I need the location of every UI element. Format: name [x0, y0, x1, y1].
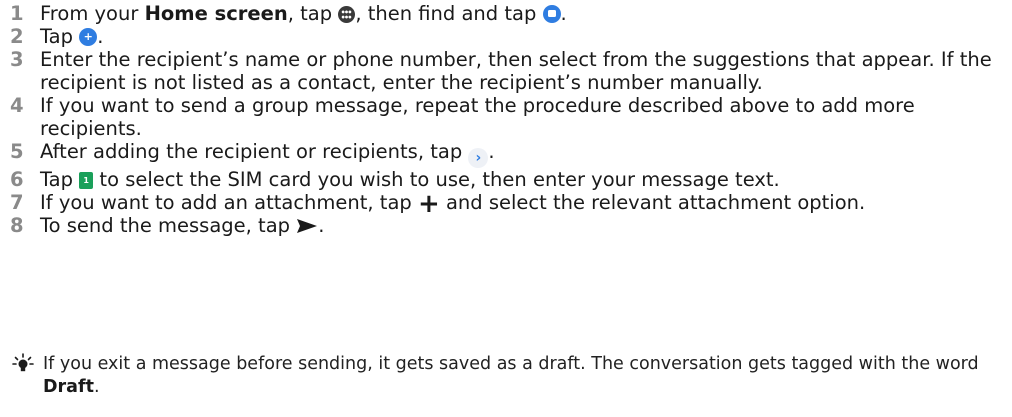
step-1: 1 From your Home screen, tap , then find…	[10, 2, 1000, 25]
plus-icon: +	[417, 189, 440, 219]
step-3: 3 Enter the recipient’s name or phone nu…	[10, 48, 1000, 94]
step-text: If you want to send a group message, rep…	[40, 94, 915, 140]
step-7: 7 If you want to add an attachment, tap …	[10, 189, 1000, 219]
step-text: and select the relevant attachment optio…	[439, 191, 866, 214]
tip-text-part: .	[93, 377, 100, 397]
tip-text: If you exit a message before sending, it…	[12, 353, 1002, 399]
step-text: Tap	[40, 25, 80, 48]
step-5: 5 After adding the recipient or recipien…	[10, 140, 1000, 168]
step-text: .	[488, 140, 495, 163]
apps-icon	[338, 6, 356, 23]
step-text: .	[560, 2, 567, 25]
step-4: 4 If you want to send a group message, r…	[10, 94, 1000, 140]
step-number: 1	[10, 2, 24, 25]
step-text: If you want to add an attachment, tap	[40, 191, 418, 214]
step-text: Tap	[40, 168, 80, 191]
step-text: , then find and tap	[355, 2, 543, 25]
new-message-icon	[79, 28, 98, 46]
step-number: 6	[10, 168, 24, 191]
lightbulb-icon	[12, 353, 34, 372]
tip-bold-text: Draft	[43, 377, 94, 397]
step-2: 2 Tap .	[10, 25, 1000, 48]
next-arrow-icon: ›	[468, 148, 489, 168]
tip-text-part: If you exit a message before sending, it…	[43, 354, 979, 374]
step-text: To send the message, tap	[40, 214, 297, 237]
sim-card-icon	[79, 172, 94, 189]
steps-list: 1 From your Home screen, tap , then find…	[10, 2, 1000, 237]
step-text: to select the SIM card you wish to use, …	[93, 168, 780, 191]
step-number: 4	[10, 94, 24, 117]
tip-note: If you exit a message before sending, it…	[12, 353, 1002, 399]
step-number: 2	[10, 25, 24, 48]
step-number: 8	[10, 214, 24, 237]
step-text: .	[318, 214, 325, 237]
step-text: Enter the recipient’s name or phone numb…	[40, 48, 992, 94]
step-bold-text: Home screen	[144, 2, 288, 25]
step-text: .	[97, 25, 104, 48]
step-number: 3	[10, 48, 24, 71]
step-text: After adding the recipient or recipients…	[40, 140, 469, 163]
messaging-app-icon	[542, 5, 561, 23]
step-text: , tap	[287, 2, 339, 25]
step-number: 5	[10, 140, 24, 163]
step-number: 7	[10, 191, 24, 214]
send-icon	[297, 219, 318, 233]
step-6: 6 Tap to select the SIM card you wish to…	[10, 168, 1000, 191]
step-8: 8 To send the message, tap .	[10, 214, 1000, 237]
step-text: From your	[40, 2, 145, 25]
